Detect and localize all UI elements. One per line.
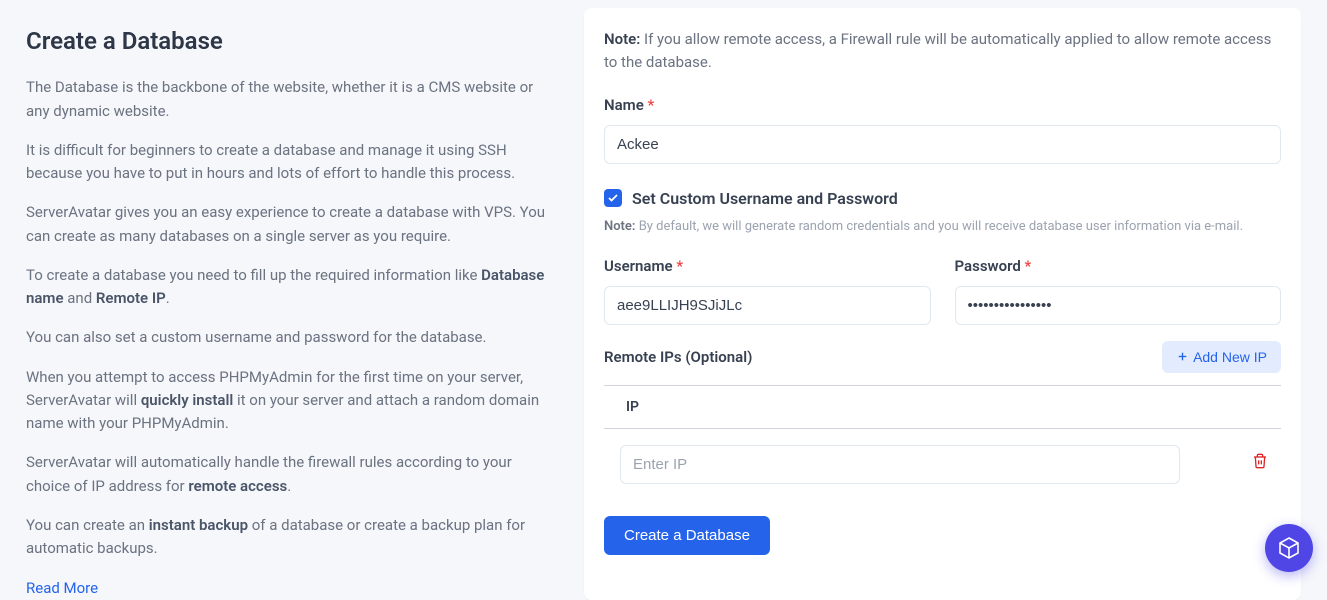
check-icon	[607, 192, 619, 204]
page-title: Create a Database	[26, 22, 554, 60]
ip-table: IP	[604, 385, 1281, 484]
info-p5: You can also set a custom username and p…	[26, 326, 554, 349]
ip-row	[604, 429, 1281, 484]
read-more-link[interactable]: Read More	[26, 579, 98, 597]
firewall-note: Note: If you allow remote access, a Fire…	[604, 28, 1281, 75]
info-p8: You can create an instant backup of a da…	[26, 514, 554, 561]
info-p1: The Database is the backbone of the webs…	[26, 76, 554, 123]
password-input[interactable]	[955, 286, 1282, 325]
help-fab[interactable]	[1265, 524, 1313, 572]
info-p3: ServerAvatar gives you an easy experienc…	[26, 201, 554, 248]
username-label: Username *	[604, 254, 931, 278]
custom-credentials-label: Set Custom Username and Password	[632, 186, 898, 212]
credentials-note: Note: By default, we will generate rando…	[604, 217, 1281, 238]
ip-input[interactable]	[620, 445, 1180, 484]
ip-column-header: IP	[604, 385, 1281, 429]
info-p4: To create a database you need to fill up…	[26, 264, 554, 311]
cube-icon	[1277, 536, 1301, 560]
name-input[interactable]	[604, 125, 1281, 164]
add-ip-button[interactable]: Add New IP	[1162, 341, 1281, 373]
username-input[interactable]	[604, 286, 931, 325]
remote-ips-label: Remote IPs (Optional)	[604, 345, 752, 369]
custom-credentials-checkbox[interactable]	[604, 189, 622, 207]
info-p7: ServerAvatar will automatically handle t…	[26, 451, 554, 498]
info-panel: Create a Database The Database is the ba…	[26, 0, 554, 600]
name-label: Name *	[604, 93, 1281, 117]
form-panel: Note: If you allow remote access, a Fire…	[584, 8, 1301, 600]
delete-ip-button[interactable]	[1252, 452, 1268, 477]
plus-icon	[1176, 350, 1189, 363]
trash-icon	[1252, 452, 1268, 470]
create-database-button[interactable]: Create a Database	[604, 516, 770, 555]
info-p2: It is difficult for beginners to create …	[26, 139, 554, 186]
info-p6: When you attempt to access PHPMyAdmin fo…	[26, 366, 554, 436]
password-label: Password *	[955, 254, 1282, 278]
